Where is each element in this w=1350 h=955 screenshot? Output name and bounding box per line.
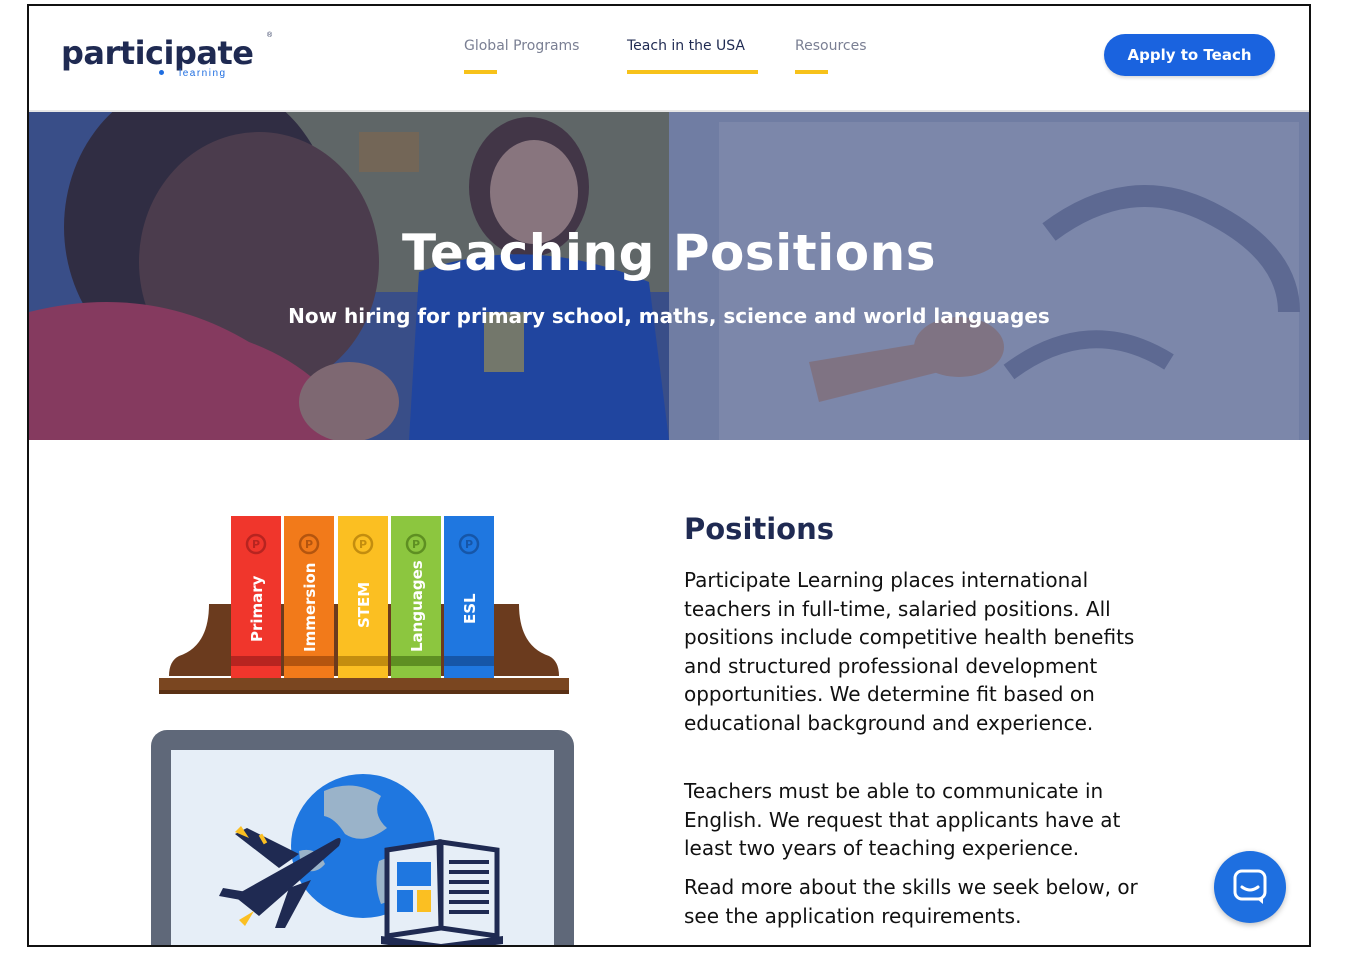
laptop-icon [151,730,574,945]
positions-illustration: P Primary P Immersion P STEM P Languages [151,516,574,945]
positions-paragraph-3: Read more about the skills we seek below… [684,875,1138,928]
chat-bubble-icon [1233,869,1267,904]
nav-teach-in-usa[interactable]: Teach in the USA [627,38,758,74]
book-label: STEM [355,582,373,628]
book-immersion: P Immersion [284,516,334,678]
logo[interactable]: participate learning ® [61,32,272,79]
positions-paragraph-2: Teachers must be able to communicate in … [684,779,1121,861]
shelf-edge [159,690,569,694]
browser-page: participate learning ® Global Programs T… [27,4,1311,947]
hero-banner: Teaching Positions Now hiring for primar… [29,112,1309,440]
book-badge: P [252,538,260,551]
shelf-board [159,678,569,690]
book-languages: P Languages [391,516,441,678]
nav-label: Resources [795,38,867,54]
book-badge: P [305,538,313,551]
positions-paragraph-1: Participate Learning places internationa… [684,568,1135,735]
apply-to-teach-button[interactable]: Apply to Teach [1104,34,1275,76]
book-badge: P [465,538,473,551]
book-badge: P [359,538,367,551]
book-label: ESL [461,593,479,624]
site-header: participate learning ® Global Programs T… [29,6,1309,112]
open-book-icon [381,839,503,945]
book-label: Languages [408,560,426,652]
book-stem: P STEM [338,516,388,678]
logo-dot-icon [159,70,164,75]
nav-label: Global Programs [464,38,580,54]
nav-resources[interactable]: Resources [795,38,867,74]
nav-underline-active [627,70,758,74]
logo-wordmark: participate [61,34,254,72]
book-label: Primary [248,575,266,642]
section-title: Positions [684,512,835,546]
registered-mark-icon: ® [267,32,273,39]
nav-underline [464,70,497,74]
nav-global-programs[interactable]: Global Programs [464,38,580,74]
book-label: Immersion [301,563,319,652]
book-esl: P ESL [444,516,494,678]
chat-widget-button[interactable] [1214,851,1286,923]
nav-underline [795,70,828,74]
hero-subtitle: Now hiring for primary school, maths, sc… [288,304,1050,328]
book-badge: P [412,538,420,551]
book-primary: P Primary [231,516,281,678]
hero-title: Teaching Positions [402,224,936,282]
logo-tagline: learning [179,68,227,79]
nav-label: Teach in the USA [627,38,745,54]
